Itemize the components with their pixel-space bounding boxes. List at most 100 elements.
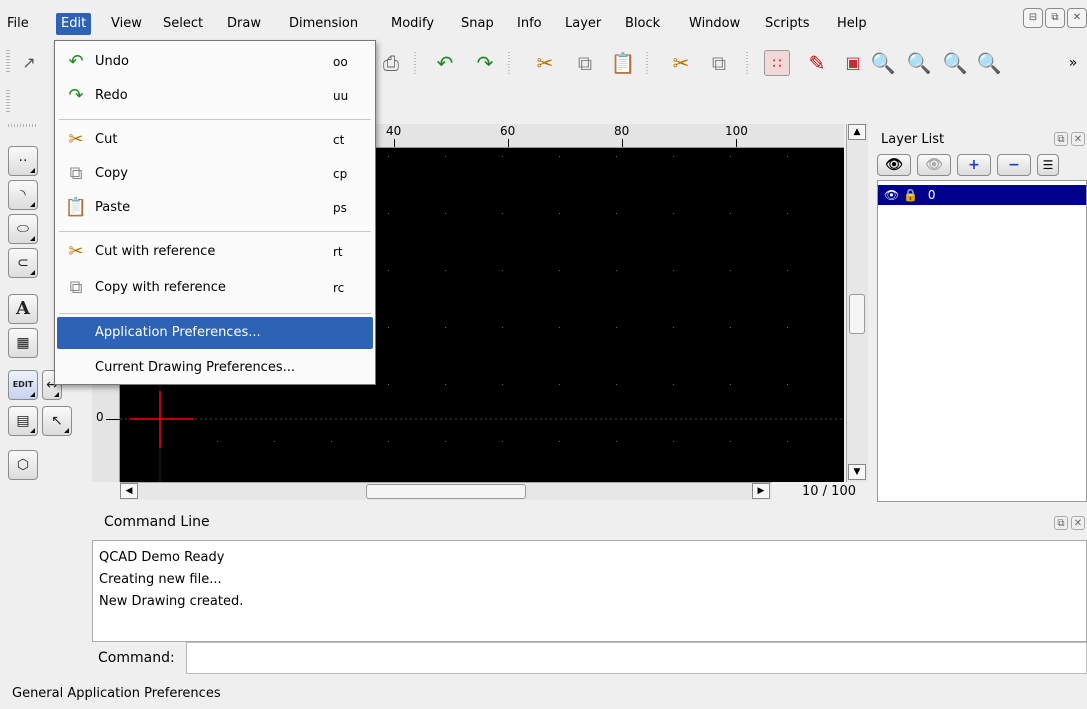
menu-block[interactable]: Block (620, 13, 665, 35)
cut-with-reference-icon: ✂ (68, 241, 84, 262)
ellipse-tool-icon[interactable]: ⬭ (8, 214, 38, 244)
copy-with-reference-icon[interactable]: ⧉ (706, 50, 732, 76)
horizontal-scrollbar[interactable]: ◀ ▶ (120, 482, 772, 500)
status-bar: General Application Preferences (12, 686, 221, 701)
menu-scripts[interactable]: Scripts (760, 13, 814, 35)
close-icon[interactable]: ✕ (1071, 132, 1085, 146)
menu-help[interactable]: Help (832, 13, 872, 35)
scroll-left-arrow-icon[interactable]: ◀ (120, 483, 138, 499)
points-tool-icon[interactable]: ⋅⋅ (8, 146, 38, 176)
copy-icon[interactable]: ⧉ (572, 50, 598, 76)
ruler-tick (622, 139, 623, 147)
menu-item-redo[interactable]: ↷ Redo uu (57, 79, 373, 113)
undo-arrow-icon: ↶ (68, 51, 84, 72)
toolbar-grip[interactable] (6, 90, 10, 112)
close-icon[interactable]: ✕ (1071, 516, 1085, 530)
close-icon[interactable]: ✕ (1067, 8, 1087, 28)
vertical-scroll-thumb[interactable] (849, 294, 865, 334)
grid-toggle-icon[interactable]: ∷ (764, 50, 790, 76)
zoom-in-icon[interactable]: 🔍 (870, 50, 896, 76)
menu-item-cut-with-reference[interactable]: ✂ Cut with reference rt (57, 235, 373, 269)
menu-edit[interactable]: Edit (56, 13, 92, 35)
hatch-tool-icon[interactable]: ▦ (8, 328, 38, 358)
toolbar-grip[interactable] (6, 50, 10, 74)
scroll-right-arrow-icon[interactable]: ▶ (752, 483, 770, 499)
arc-tool-icon[interactable]: ◝ (8, 180, 38, 210)
horizontal-scroll-thumb[interactable] (366, 484, 526, 499)
menu-info[interactable]: Info (512, 13, 547, 35)
ruler-tick (394, 139, 395, 147)
layer-panel-controls: ⧉ ✕ (1054, 132, 1085, 146)
add-layer-icon[interactable]: + (957, 154, 991, 176)
lock-icon[interactable]: 🔒 (903, 188, 918, 202)
ruler-tick-label: 80 (614, 124, 630, 138)
menu-view[interactable]: View (106, 13, 147, 35)
layer-row[interactable]: 👁 🔒 0 (878, 185, 1086, 205)
layer-tools: 👁 👁 + − ☰ (877, 154, 1059, 176)
menu-dimension[interactable]: Dimension (284, 13, 363, 35)
menu-layer[interactable]: Layer (560, 13, 606, 35)
menu-separator (59, 313, 371, 314)
menu-draw[interactable]: Draw (222, 13, 266, 35)
toolbar-separator (646, 52, 648, 74)
select-pointer-icon[interactable]: ↗ (16, 50, 42, 76)
copy-with-reference-icon: ⧉ (69, 277, 83, 298)
menu-item-copy[interactable]: ⧉ Copy cp (57, 157, 373, 191)
paste-icon[interactable]: 📋 (610, 50, 636, 76)
undo-icon[interactable]: ↶ (432, 50, 458, 76)
menu-item-copy-with-reference[interactable]: ⧉ Copy with reference rc (57, 271, 373, 305)
restore-icon[interactable]: ⧉ (1045, 8, 1065, 28)
ruler-tick-label: 100 (725, 124, 748, 138)
menu-snap[interactable]: Snap (456, 13, 499, 35)
menu-item-current-drawing-preferences[interactable]: Current Drawing Preferences... (57, 351, 373, 385)
vertical-scrollbar[interactable]: ▲ ▼ (846, 124, 868, 482)
history-line: QCAD Demo Ready (99, 550, 225, 565)
redo-arrow-icon: ↷ (68, 85, 84, 106)
command-history: QCAD Demo Ready Creating new file... New… (92, 540, 1087, 642)
polyline-tool-icon[interactable]: ⊂ (8, 248, 38, 278)
redo-icon[interactable]: ↷ (472, 50, 498, 76)
print-icon[interactable]: ⎙ (378, 50, 404, 76)
menu-select[interactable]: Select (158, 13, 208, 35)
toolbar-separator (414, 52, 416, 74)
menu-window[interactable]: Window (684, 13, 745, 35)
layer-visible-icon[interactable]: 👁 (884, 188, 899, 202)
menu-modify[interactable]: Modify (386, 13, 439, 35)
3d-tool-icon[interactable]: ⬡ (8, 450, 38, 480)
history-line: Creating new file... (99, 572, 222, 587)
hide-all-layers-icon[interactable]: 👁 (917, 154, 951, 176)
redraw-icon[interactable]: ▣ (840, 50, 866, 76)
menu-item-cut[interactable]: ✂ Cut ct (57, 123, 373, 157)
zoom-auto-icon[interactable]: 🔍 (942, 50, 968, 76)
show-all-layers-icon[interactable]: 👁 (877, 154, 911, 176)
pencil-icon[interactable]: ✎ (804, 50, 830, 76)
menu-file[interactable]: File (2, 13, 34, 35)
block-tool-icon[interactable]: ▤ (8, 406, 38, 436)
command-input[interactable] (186, 642, 1087, 674)
text-tool-icon[interactable]: A (8, 294, 38, 324)
palette-grip[interactable] (8, 124, 38, 127)
minimize-icon[interactable]: ⊟ (1023, 8, 1043, 28)
menu-item-paste[interactable]: 📋 Paste ps (57, 191, 373, 225)
scissors-icon: ✂ (68, 129, 84, 150)
scroll-up-arrow-icon[interactable]: ▲ (848, 124, 866, 140)
float-icon[interactable]: ⧉ (1054, 132, 1068, 146)
cut-with-reference-icon[interactable]: ✂ (668, 50, 694, 76)
ruler-tick (736, 139, 737, 147)
zoom-window-icon[interactable]: 🔍 (976, 50, 1002, 76)
menu-separator (59, 119, 371, 120)
select-tool-icon[interactable]: ↖ (42, 406, 72, 436)
toolbar-extension-icon[interactable]: » (1060, 50, 1086, 76)
zoom-out-icon[interactable]: 🔍 (906, 50, 932, 76)
edit-tool-icon[interactable]: EDIT (8, 370, 38, 400)
ruler-tick-label: 60 (500, 124, 516, 138)
menu-item-application-preferences[interactable]: Application Preferences... (57, 317, 373, 349)
menu-item-undo[interactable]: ↶ Undo oo (57, 45, 373, 79)
remove-layer-icon[interactable]: − (997, 154, 1031, 176)
layer-name: 0 (927, 188, 936, 202)
scroll-down-arrow-icon[interactable]: ▼ (848, 464, 866, 480)
cut-icon[interactable]: ✂ (532, 50, 558, 76)
edit-layer-icon[interactable]: ☰ (1037, 154, 1059, 176)
float-icon[interactable]: ⧉ (1054, 516, 1068, 530)
command-dock-controls: ⧉ ✕ (1054, 516, 1085, 530)
